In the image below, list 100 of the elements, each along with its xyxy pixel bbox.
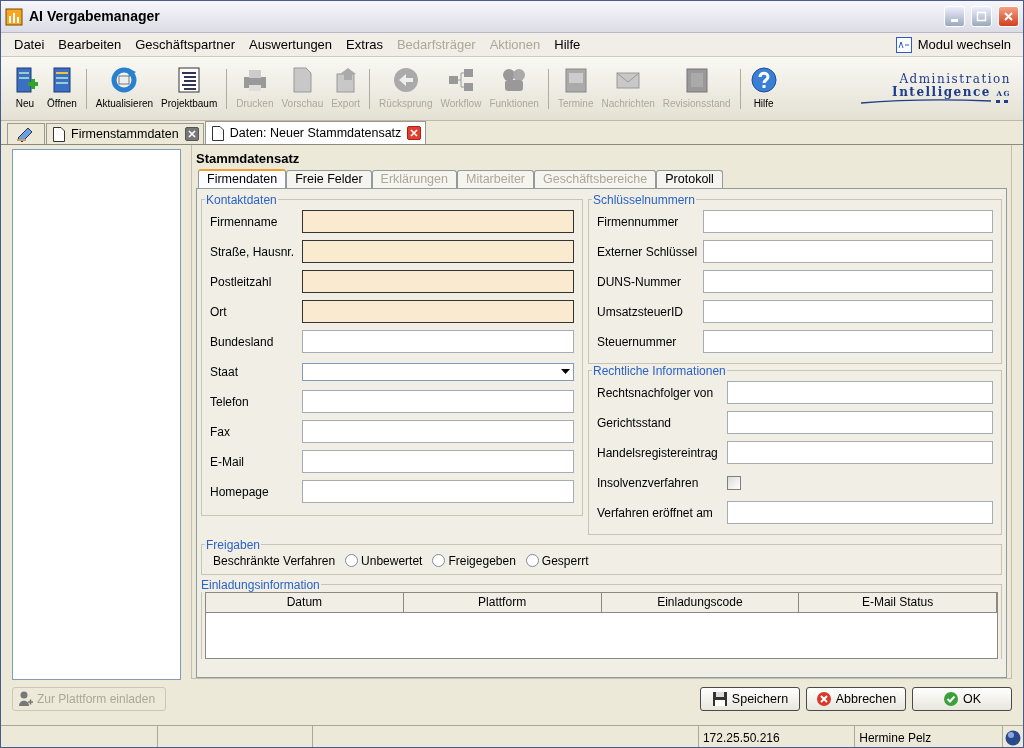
field-label: Rechtsnachfolger von [597,384,715,402]
menu-item[interactable]: Auswertungen [241,32,340,57]
menu-item[interactable]: Bearbeiten [51,32,129,57]
input-field[interactable] [302,450,574,473]
group-title: Einladungsinformation [200,577,321,592]
field-label: Verfahren eröffnet am [597,504,714,522]
input-field[interactable] [727,501,993,524]
group-title: Kontaktdaten [205,192,278,207]
select-field[interactable] [302,362,574,381]
dialog-button[interactable]: Abbrechen [806,687,906,711]
toolbar-button[interactable]: Öffnen [43,64,81,113]
radio-label[interactable]: Unbewertet [361,551,423,570]
field-label: Firmenname [210,213,279,231]
swoosh-icon [861,98,1011,105]
menu-item[interactable]: Hilfe [547,32,588,57]
page-icon [53,126,65,142]
tab-close-button[interactable] [184,127,199,141]
input-field[interactable] [302,210,574,233]
field-label: Postleitzahl [210,273,273,291]
field-label: Gerichtsstand [597,414,673,432]
radio-button[interactable] [432,554,446,567]
input-field[interactable] [703,330,993,353]
field-label: Fax [210,423,231,441]
toolbar-button[interactable]: Hilfe [745,64,782,113]
column-header[interactable]: Datum [206,592,404,612]
input-field[interactable] [727,381,993,404]
field-label: Telefon [210,393,250,411]
close-button[interactable] [998,6,1019,27]
input-field[interactable] [302,420,574,443]
dialog-button[interactable]: OK [912,687,1012,711]
help-icon [749,66,778,94]
field-label: E-Mail [210,453,245,471]
radio-button[interactable] [525,554,539,567]
input-field[interactable] [703,240,993,263]
form-tab[interactable]: Protokoll [656,169,723,188]
refresh-icon [110,66,139,94]
page-icon [211,125,224,141]
home-tab[interactable] [7,123,45,144]
field-label: Externer Schlüssel [597,243,699,261]
column-header[interactable]: Einladungscode [601,592,800,612]
status-text: 172.25.50.216 [698,726,856,747]
field-label: Bundesland [210,333,275,351]
input-field[interactable] [302,330,574,353]
module-icon [895,36,912,53]
document-tab[interactable]: Firmenstammdaten [46,123,204,144]
menu-item[interactable]: Geschäftspartner [128,32,242,57]
dialog-button[interactable]: Speichern [700,687,800,711]
toolbar-button[interactable]: Neu [7,64,43,113]
window-title: AI Vergabemanager [29,7,161,26]
close-icon [1002,10,1015,23]
minimize-button[interactable] [944,6,965,27]
field-label: UmsatzsteuerID [597,303,685,321]
field-label: Firmennummer [597,213,680,231]
input-field[interactable] [302,240,574,263]
group-title: Freigaben [205,537,262,552]
document-tab[interactable]: Daten: Neuer Stammdatensatz [204,121,427,144]
form-tab[interactable]: Firmendaten [198,168,287,188]
status-text: Hermine Pelz [855,726,1003,747]
column-header[interactable]: E-Mail Status [799,592,997,612]
toolbar-button[interactable]: Aktualisieren [91,64,158,113]
field-label: Handelsregistereintrag [597,444,719,462]
input-field[interactable] [703,210,993,233]
dropdown-icon [561,368,570,375]
radio-label[interactable]: Gesperrt [541,551,589,570]
tab-close-button[interactable] [407,126,422,140]
input-field[interactable] [703,300,993,323]
cancel-icon [815,691,832,707]
field-label: Beschränkte Verfahren [213,552,336,570]
globe-icon [1005,729,1021,746]
field-label: Homepage [210,483,270,501]
field-label: DUNS-Nummer [597,273,682,291]
module-switch-button[interactable]: Modul wechseln [889,33,1017,56]
maximize-button[interactable] [971,6,992,27]
menu-item[interactable]: Datei [7,32,52,57]
input-field[interactable] [703,270,993,293]
input-field[interactable] [302,480,574,503]
tab-label: Daten: Neuer Stammdatensatz [229,124,402,142]
group-title: Schlüsselnummern [592,192,697,207]
input-field[interactable] [727,441,993,464]
input-field[interactable] [302,300,574,323]
menu-item[interactable]: Extras [339,32,390,57]
column-header[interactable]: Plattform [403,592,602,612]
form-tab[interactable]: Freie Felder [286,169,372,188]
radio-label[interactable]: Freigegeben [448,551,516,570]
checkbox[interactable] [727,475,741,490]
minimize-icon [951,19,958,22]
maximize-icon [975,10,988,23]
back-icon [391,66,420,94]
toolbar-button[interactable]: Projektbaum [157,64,222,113]
field-label: Staat [210,363,240,381]
user-add-icon [17,691,33,707]
logo-text: Administration [899,72,1011,86]
input-field[interactable] [302,270,574,293]
group-title: Rechtliche Informationen [592,363,727,378]
input-field[interactable] [302,390,574,413]
input-field[interactable] [727,411,993,434]
workflow-icon [446,66,475,94]
radio-button[interactable] [345,554,359,567]
tab-label: Firmenstammdaten [71,125,179,143]
field-label: Straße, Hausnr. [210,243,296,261]
